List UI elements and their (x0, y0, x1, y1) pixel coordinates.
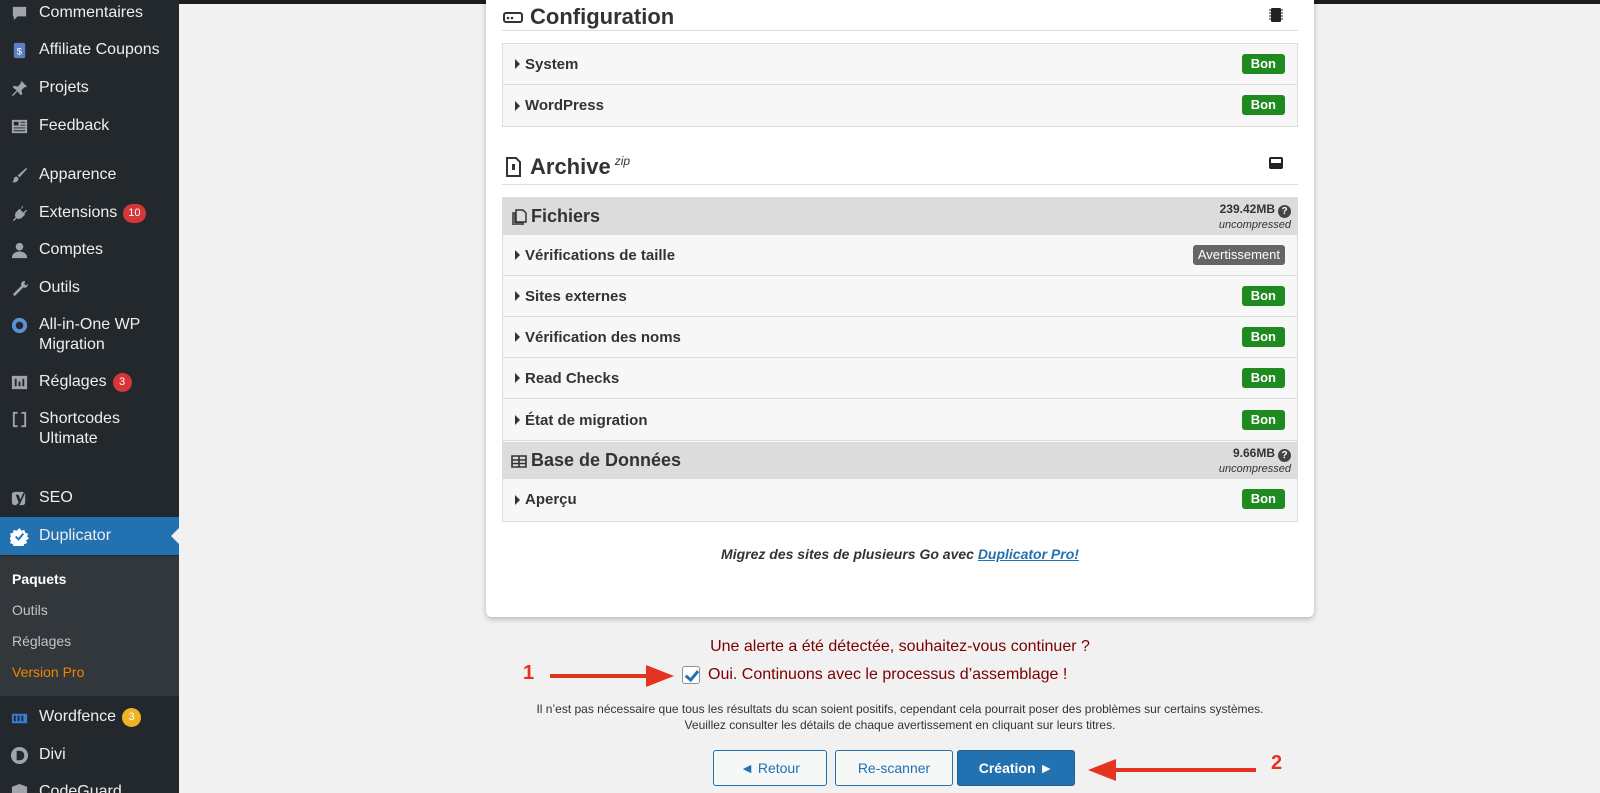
status-badge: Bon (1241, 410, 1285, 430)
caret-right-icon (515, 494, 520, 505)
menu-item-codeguard[interactable]: CodeGuard (0, 782, 179, 793)
feedback-icon (9, 116, 29, 136)
create-button[interactable]: Création ► (957, 750, 1075, 786)
status-badge: Bon (1241, 489, 1285, 509)
menu-item-affiliate-coupons[interactable]: $ Affiliate Coupons (0, 40, 179, 60)
divi-icon (9, 745, 29, 765)
help-icon[interactable]: ? (1278, 449, 1291, 462)
duplicator-pro-link[interactable]: Duplicator Pro! (978, 546, 1079, 562)
svg-text:$: $ (16, 46, 22, 57)
caret-right-icon (515, 373, 520, 383)
admin-sidebar: Commentaires $ Affiliate Coupons Projets… (0, 0, 179, 793)
menu-item-wordfence[interactable]: Wordfence 3 (0, 707, 179, 727)
annotation-arrow-1-icon (550, 665, 674, 687)
menu-item-projects[interactable]: Projets (0, 78, 179, 98)
hdd-icon[interactable] (1268, 155, 1284, 171)
rescan-button[interactable]: Re-scanner (835, 750, 953, 786)
menu-item-shortcodes-ultimate[interactable]: Shortcodes Ultimate (0, 409, 179, 449)
configuration-table: System Bon WordPress Bon (502, 43, 1298, 127)
brackets-icon (9, 409, 29, 429)
yoast-icon (9, 488, 29, 508)
confirm-checkbox[interactable] (682, 666, 700, 684)
settings-icon (9, 372, 29, 392)
caret-right-icon (515, 100, 520, 111)
menu-item-extensions[interactable]: Extensions 10 (0, 203, 179, 223)
menu-item-duplicator[interactable]: Duplicator (0, 517, 179, 555)
shield-icon (9, 782, 29, 793)
files-row-name-checks[interactable]: Vérification des noms Bon (503, 317, 1297, 358)
alert-question: Une alerte a été détectée, souhaitez-vou… (710, 638, 1090, 655)
migration-icon (9, 315, 29, 335)
annotation-arrow-2-icon (1088, 759, 1256, 781)
caret-right-icon (515, 250, 520, 260)
files-row-read-checks[interactable]: Read Checks Bon (503, 358, 1297, 399)
status-badge: Bon (1241, 54, 1285, 74)
status-badge: Bon (1241, 327, 1285, 347)
divider (502, 30, 1298, 31)
back-button[interactable]: ◄ Retour (713, 750, 827, 786)
menu-item-tools[interactable]: Outils (0, 278, 179, 298)
database-size: 9.66MB? uncompressed (1218, 446, 1291, 475)
menu-item-accounts[interactable]: Comptes (0, 240, 179, 260)
menu-item-settings[interactable]: Réglages 3 (0, 372, 179, 392)
copy-icon (512, 208, 527, 225)
caret-right-icon (515, 291, 520, 301)
database-group-header: Base de Données 9.66MB? uncompressed (503, 442, 1297, 479)
help-icon[interactable]: ? (1278, 205, 1291, 218)
comment-icon (9, 3, 29, 23)
submenu-packages[interactable]: Paquets (12, 571, 66, 587)
archive-heading: Archive zip (502, 154, 630, 180)
update-count-badge: 10 (123, 204, 146, 223)
wordfence-icon (9, 707, 29, 727)
configuration-heading: Configuration (502, 4, 674, 30)
menu-item-seo[interactable]: SEO (0, 488, 179, 508)
config-row-wordpress[interactable]: WordPress Bon (503, 85, 1297, 126)
database-row-overview[interactable]: Aperçu Bon (503, 479, 1297, 520)
scan-note: Il n’est pas nécessaire que tous les rés… (536, 702, 1264, 732)
user-icon (9, 240, 29, 260)
server-icon (503, 12, 523, 23)
file-archive-icon (506, 157, 521, 177)
status-badge: Bon (1241, 368, 1285, 388)
files-size: 239.42MB? uncompressed (1218, 202, 1291, 231)
files-row-migration-state[interactable]: État de migration Bon (503, 400, 1297, 441)
menu-item-comments[interactable]: Commentaires (0, 3, 179, 23)
annotation-number-2: 2 (1271, 752, 1283, 774)
duplicator-submenu: Paquets Outils Réglages Version Pro (0, 556, 179, 696)
submenu-tools[interactable]: Outils (12, 602, 48, 618)
chip-icon[interactable] (1268, 7, 1284, 23)
duplicator-icon (9, 526, 29, 546)
caret-right-icon (515, 415, 520, 425)
annotation-number-1: 1 (523, 662, 535, 684)
menu-item-all-in-one-migration[interactable]: All-in-One WP Migration (0, 315, 179, 355)
scan-results-panel: Configuration System Bon WordPress Bon A… (486, 0, 1314, 617)
status-badge: Bon (1241, 286, 1285, 306)
files-group-header: Fichiers 239.42MB? uncompressed (503, 198, 1297, 235)
menu-item-feedback[interactable]: Feedback (0, 116, 179, 136)
status-badge: Bon (1241, 95, 1285, 115)
submenu-pro-version[interactable]: Version Pro (12, 664, 84, 680)
pin-icon (9, 78, 29, 98)
config-row-system[interactable]: System Bon (503, 44, 1297, 85)
wrench-icon (9, 278, 29, 298)
menu-item-divi[interactable]: Divi (0, 745, 179, 765)
submenu-settings[interactable]: Réglages (12, 633, 71, 649)
files-row-external-sites[interactable]: Sites externes Bon (503, 276, 1297, 317)
archive-table: Fichiers 239.42MB? uncompressed Vérifica… (502, 197, 1298, 522)
warning-badge: Avertissement (1192, 245, 1285, 265)
update-count-badge: 3 (122, 708, 142, 727)
divider (502, 184, 1298, 185)
table-icon (511, 454, 527, 468)
coupon-icon: $ (9, 40, 29, 60)
update-count-badge: 3 (112, 373, 132, 392)
files-row-size-checks[interactable]: Vérifications de taille Avertissement (503, 235, 1297, 276)
pro-promo: Migrez des sites de plusieurs Go avec Du… (721, 546, 1079, 562)
caret-right-icon (515, 332, 520, 342)
menu-item-appearance[interactable]: Apparence (0, 165, 179, 185)
plugin-icon (9, 203, 29, 223)
caret-right-icon (515, 59, 520, 69)
paintbrush-icon (9, 165, 29, 185)
confirm-continue[interactable]: Oui. Continuons avec le processus d’asse… (682, 666, 1067, 684)
